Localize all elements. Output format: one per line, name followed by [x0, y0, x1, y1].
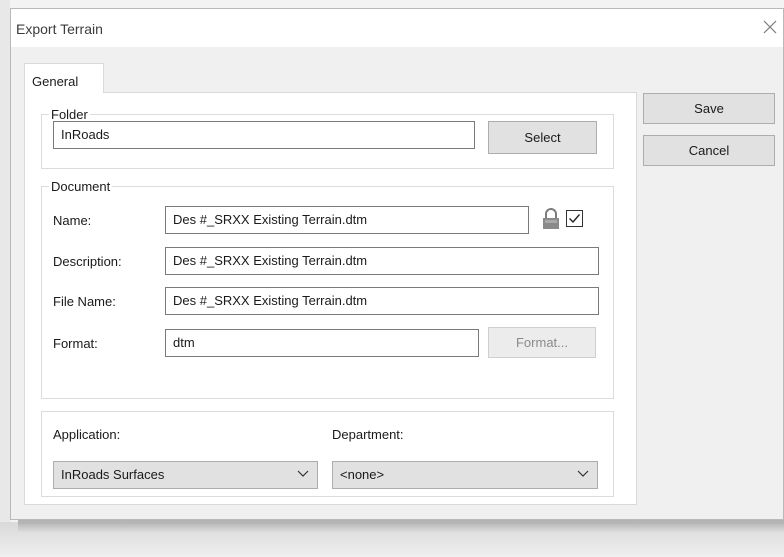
name-field[interactable]: Des #_SRXX Existing Terrain.dtm	[165, 206, 529, 234]
document-legend: Document	[51, 179, 111, 194]
chevron-down-icon	[577, 470, 589, 477]
name-checkbox[interactable]	[566, 210, 583, 230]
background-left-edge	[0, 0, 10, 557]
format-button[interactable]: Format...	[488, 327, 596, 358]
export-terrain-dialog: Export Terrain General Folder InRoads Se…	[10, 8, 784, 520]
title-bar: Export Terrain	[11, 9, 783, 47]
department-select[interactable]: <none>	[332, 461, 598, 489]
folder-field[interactable]: InRoads	[53, 121, 475, 149]
select-folder-button[interactable]: Select	[488, 121, 597, 154]
format-label: Format:	[53, 336, 98, 351]
department-label: Department:	[332, 427, 404, 442]
application-selected: InRoads Surfaces	[61, 467, 165, 482]
dialog-shadow	[18, 520, 784, 534]
application-select[interactable]: InRoads Surfaces	[53, 461, 318, 489]
cancel-button[interactable]: Cancel	[643, 135, 775, 166]
application-label: Application:	[53, 427, 121, 442]
description-field[interactable]: Des #_SRXX Existing Terrain.dtm	[165, 247, 599, 275]
chevron-down-icon	[297, 470, 309, 477]
department-selected: <none>	[340, 467, 385, 482]
window-title: Export Terrain	[16, 21, 103, 37]
general-tab-panel: Folder InRoads Select Document Name: Des…	[24, 92, 637, 505]
description-label: Description:	[53, 254, 122, 269]
close-icon[interactable]	[763, 18, 777, 39]
save-button[interactable]: Save	[643, 93, 775, 124]
tab-general[interactable]: General	[24, 63, 104, 93]
filename-field[interactable]: Des #_SRXX Existing Terrain.dtm	[165, 287, 599, 315]
filename-label: File Name:	[53, 294, 116, 309]
folder-legend: Folder	[51, 107, 88, 122]
lock-icon[interactable]	[541, 207, 561, 234]
format-field[interactable]: dtm	[165, 329, 479, 357]
name-label: Name:	[53, 213, 92, 228]
